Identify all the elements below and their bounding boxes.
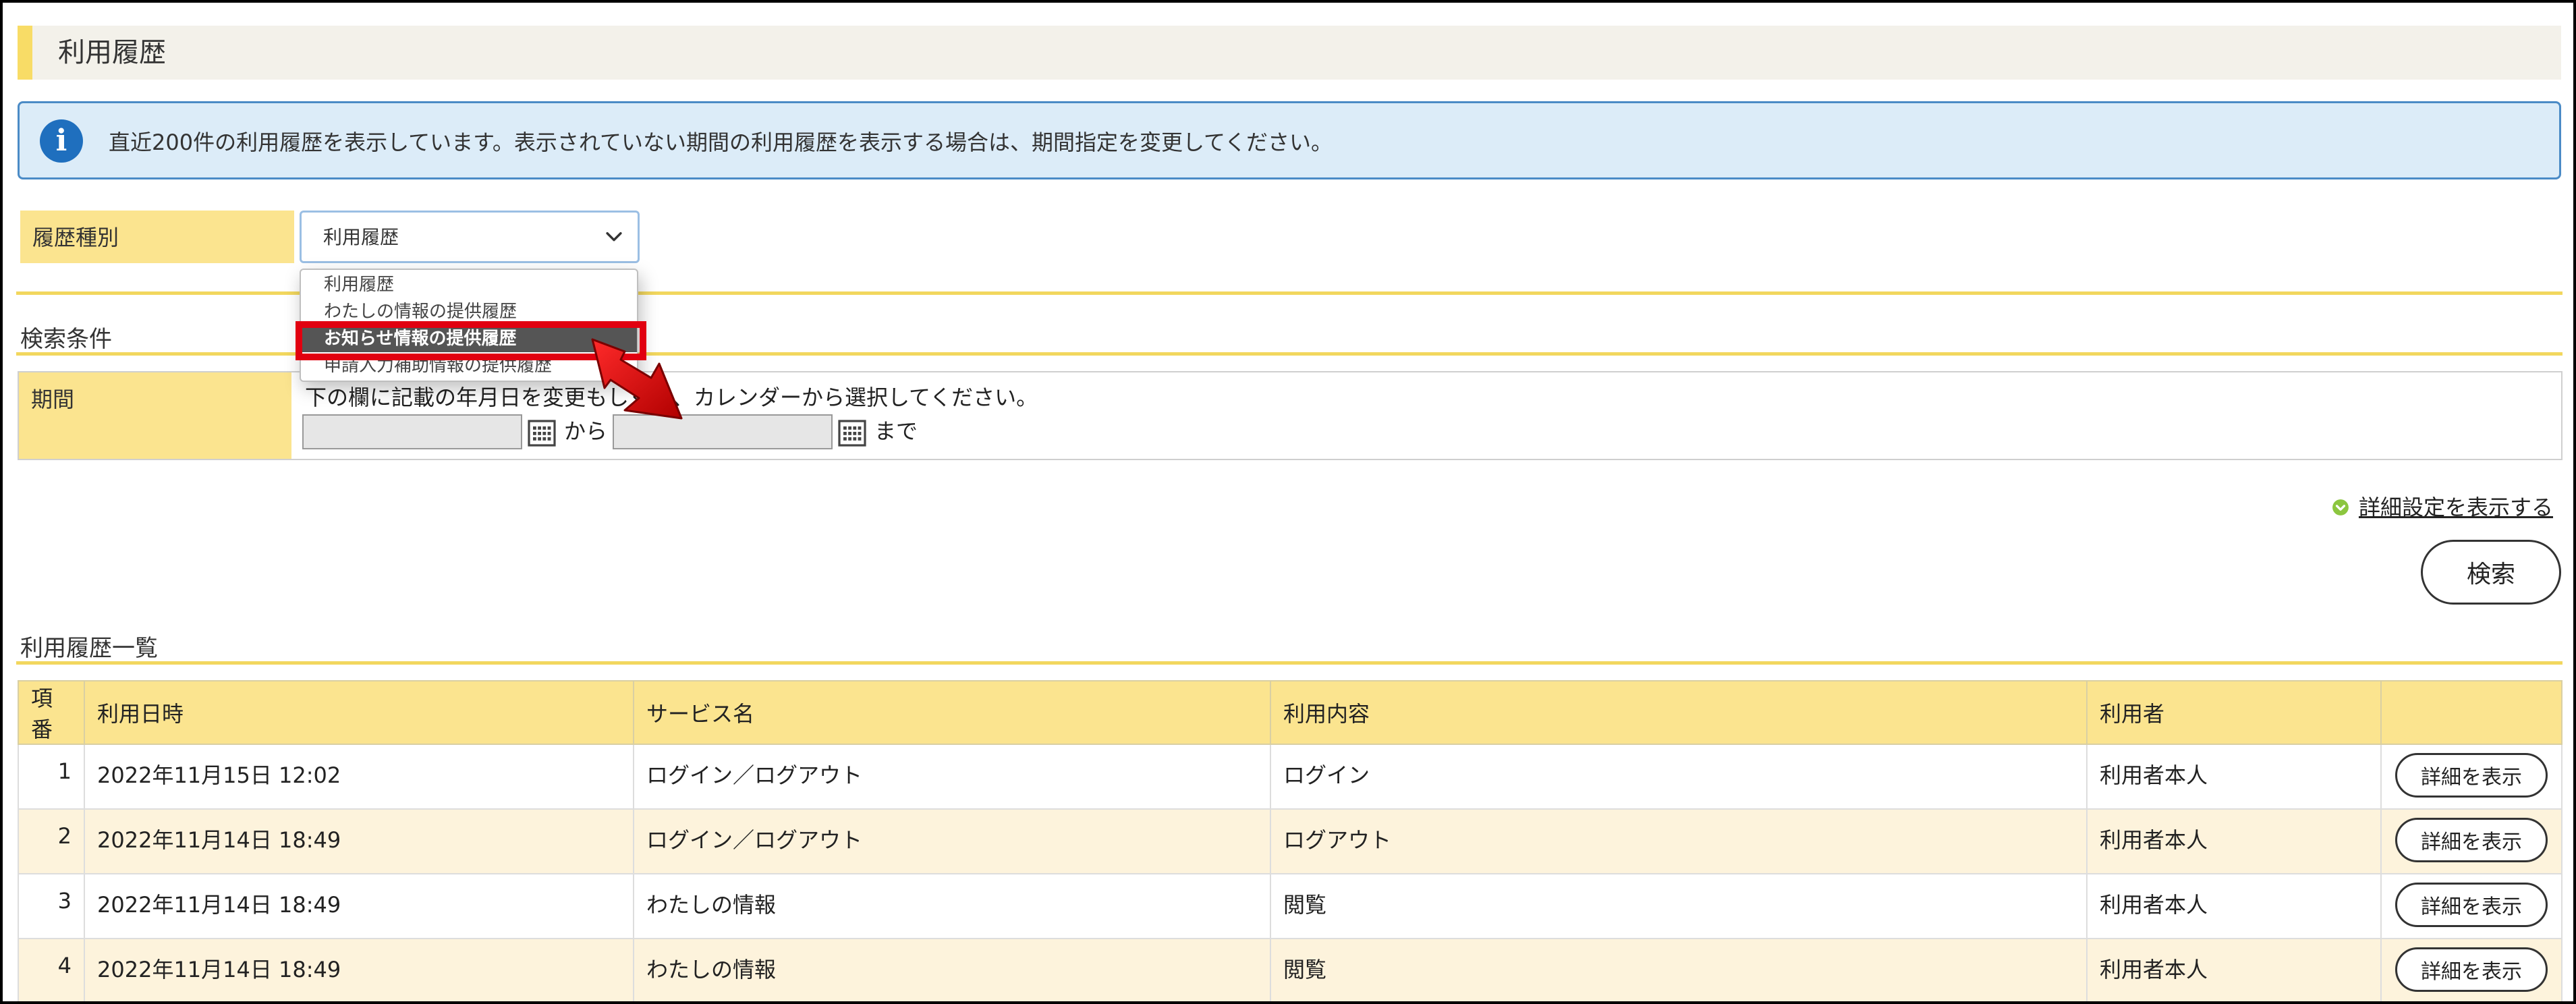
- cell-content: ログイン: [1270, 744, 2088, 810]
- cell-user: 利用者本人: [2086, 938, 2382, 1001]
- cell-content: 閲覧: [1270, 938, 2088, 1001]
- range-to-text: まで: [874, 418, 918, 444]
- history-list-title: 利用履歴一覧: [20, 635, 158, 662]
- cell-service: わたしの情報: [633, 873, 1271, 939]
- cell-datetime: 2022年11月14日 18:49: [84, 808, 634, 874]
- table-row: 2 2022年11月14日 18:49 ログイン／ログアウト ログアウト 利用者…: [18, 808, 2563, 874]
- column-header: 項番: [18, 680, 85, 745]
- show-detail-button[interactable]: 詳細を表示: [2395, 818, 2548, 862]
- column-header: 利用日時: [84, 680, 634, 745]
- info-message: 直近200件の利用履歴を表示しています。表示されていない期間の利用履歴を表示する…: [109, 130, 1333, 155]
- history-type-selected-value: 利用履歴: [323, 226, 399, 248]
- table-row: 1 2022年11月15日 12:02 ログイン／ログアウト ログイン 利用者本…: [18, 744, 2563, 810]
- search-button[interactable]: 検索: [2421, 540, 2561, 605]
- table-row: 3 2022年11月14日 18:49 わたしの情報 閲覧 利用者本人 詳細を表…: [18, 873, 2563, 939]
- column-header: [2380, 680, 2563, 745]
- column-header: 利用内容: [1270, 680, 2088, 745]
- cell-user: 利用者本人: [2086, 873, 2382, 939]
- cell-action: 詳細を表示: [2380, 808, 2563, 874]
- table-row: 4 2022年11月14日 18:49 わたしの情報 閲覧 利用者本人 詳細を表…: [18, 938, 2563, 1001]
- cell-user: 利用者本人: [2086, 744, 2382, 810]
- show-detail-button[interactable]: 詳細を表示: [2395, 753, 2548, 798]
- dropdown-option[interactable]: 利用履歴: [301, 271, 637, 298]
- page-title: 利用履歴: [58, 37, 166, 68]
- cell-service: ログイン／ログアウト: [633, 808, 1271, 874]
- advanced-settings-link-label: 詳細設定を表示する: [2358, 495, 2553, 520]
- pointer-arrow-icon: [591, 338, 683, 420]
- show-detail-button[interactable]: 詳細を表示: [2395, 883, 2548, 927]
- period-label: 期間: [19, 372, 291, 459]
- cell-datetime: 2022年11月14日 18:49: [84, 938, 634, 1001]
- cell-no: 1: [18, 744, 85, 810]
- date-from-input[interactable]: [302, 414, 522, 449]
- column-header: 利用者: [2086, 680, 2382, 745]
- cell-no: 3: [18, 873, 85, 939]
- cell-content: ログアウト: [1270, 808, 2088, 874]
- search-conditions-title: 検索条件: [20, 326, 112, 353]
- section-divider: [16, 661, 2563, 665]
- history-type-select[interactable]: 利用履歴: [300, 211, 640, 263]
- cell-action: 詳細を表示: [2380, 873, 2563, 939]
- cell-datetime: 2022年11月15日 12:02: [84, 744, 634, 810]
- expand-circle-icon: [2332, 499, 2349, 515]
- period-row: 期間 下の欄に記載の年月日を変更もしくは、カレンダーから選択してください。 から…: [18, 371, 2563, 460]
- cell-service: ログイン／ログアウト: [633, 744, 1271, 810]
- advanced-settings-link[interactable]: 詳細設定を表示する: [2332, 494, 2553, 521]
- cell-content: 閲覧: [1270, 873, 2088, 939]
- cell-datetime: 2022年11月14日 18:49: [84, 873, 634, 939]
- calendar-icon[interactable]: [838, 420, 866, 447]
- history-table: 項番 利用日時 サービス名 利用内容 利用者 1 2022年11月15日 12:…: [18, 680, 2563, 1001]
- table-header-row: 項番 利用日時 サービス名 利用内容 利用者: [18, 680, 2563, 745]
- cell-no: 2: [18, 808, 85, 874]
- calendar-icon[interactable]: [528, 420, 556, 447]
- cell-service: わたしの情報: [633, 938, 1271, 1001]
- page-header: 利用履歴: [18, 26, 2561, 80]
- cell-action: 詳細を表示: [2380, 744, 2563, 810]
- cell-no: 4: [18, 938, 85, 1001]
- show-detail-button[interactable]: 詳細を表示: [2395, 947, 2548, 992]
- cell-user: 利用者本人: [2086, 808, 2382, 874]
- history-type-label: 履歴種別: [20, 211, 294, 263]
- cell-action: 詳細を表示: [2380, 938, 2563, 1001]
- info-icon: i: [40, 119, 83, 163]
- page-frame: 利用履歴 i 直近200件の利用履歴を表示しています。表示されていない期間の利用…: [0, 0, 2576, 1004]
- column-header: サービス名: [633, 680, 1271, 745]
- info-banner: i 直近200件の利用履歴を表示しています。表示されていない期間の利用履歴を表示…: [18, 101, 2561, 179]
- chevron-down-icon: [606, 232, 622, 242]
